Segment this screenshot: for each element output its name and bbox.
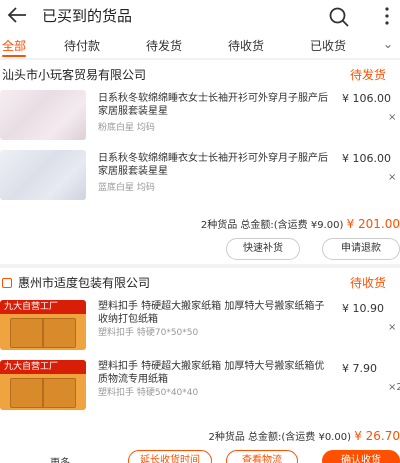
view-logistics-button[interactable]: 查看物流 <box>226 450 298 463</box>
order-status: 待发货 <box>350 68 387 82</box>
product-spec: 蓝底白星 均码 <box>98 183 155 193</box>
product-price: ¥ 106.00 <box>342 152 391 165</box>
order-total: ¥ 201.00 <box>346 217 400 231</box>
more-link[interactable]: 更多 <box>50 454 70 463</box>
confirm-receipt-button[interactable]: 确认收货 <box>322 450 400 463</box>
summary-label: 2种货品 总金额:(含运费 ¥9.00) <box>200 220 344 231</box>
active-tab-indicator <box>2 55 26 57</box>
product-title[interactable]: 日系秋冬软绵绵睡衣女士长袖开衫可外穿月子服产后家居服套装星星 <box>98 152 330 178</box>
more-options-icon[interactable] <box>382 5 392 27</box>
thumbnail-banner: 九大自营工厂 <box>0 300 86 314</box>
product-quantity: ×2 <box>388 382 400 393</box>
tab-all[interactable]: 全部 <box>2 37 26 54</box>
product-thumbnail[interactable] <box>0 90 86 140</box>
product-title[interactable]: 塑料扣手 特硬超大搬家纸箱 加厚特大号搬家纸箱优质物流专用纸箱 <box>98 360 330 386</box>
order-tabs: 全部 待付款 待发货 待收货 已收货 ⌄ <box>0 32 400 58</box>
product-quantity: × <box>388 322 397 333</box>
order-card[interactable]: 惠州市适度包装有限公司 待收货 九大自营工厂 塑料扣手 特硬超大搬家纸箱 加厚特… <box>0 268 400 463</box>
order-status: 待收货 <box>350 276 387 290</box>
order-card[interactable]: 汕头市小玩客贸易有限公司 待发货 日系秋冬软绵绵睡衣女士长袖开衫可外穿月子服产后… <box>0 60 400 264</box>
back-arrow-icon[interactable] <box>6 4 28 26</box>
search-icon[interactable] <box>328 6 350 28</box>
product-price: ¥ 10.90 <box>342 302 384 315</box>
product-spec: 塑料扣手 特硬50*40*40 <box>98 388 199 398</box>
extend-receipt-button[interactable]: 延长收货时间 <box>128 450 212 463</box>
top-bar: 已买到的货品 <box>0 0 400 32</box>
shop-name[interactable]: 惠州市适度包装有限公司 <box>18 274 150 291</box>
shop-icon <box>2 278 12 288</box>
product-title[interactable]: 日系秋冬软绵绵睡衣女士长袖开衫可外穿月子服产后家居服套装星星 <box>98 92 330 118</box>
carton-box-seam <box>42 378 44 408</box>
order-summary: 2种货品 总金额:(含运费 ¥9.00) ¥ 201.00 <box>201 216 400 231</box>
product-thumbnail[interactable] <box>0 150 86 200</box>
carton-box-seam <box>42 318 44 348</box>
tab-pending-payment[interactable]: 待付款 <box>64 37 100 54</box>
thumbnail-banner: 九大自营工厂 <box>0 360 86 374</box>
tab-received[interactable]: 已收货 <box>310 37 346 54</box>
product-spec: 塑料扣手 特硬70*50*50 <box>98 328 199 338</box>
product-price: ¥ 106.00 <box>342 92 391 105</box>
product-quantity: × <box>388 172 397 183</box>
product-spec: 粉底白星 均码 <box>98 123 155 133</box>
tab-pending-receipt[interactable]: 待收货 <box>228 37 264 54</box>
product-price: ¥ 7.90 <box>342 362 377 375</box>
request-refund-button[interactable]: 申请退款 <box>322 238 400 260</box>
quick-restock-button[interactable]: 快速补货 <box>226 238 300 260</box>
order-total: ¥ 26.70 <box>354 429 400 443</box>
summary-label: 2种货品 总金额:(含运费 ¥0.00) <box>208 432 351 443</box>
shop-name[interactable]: 汕头市小玩客贸易有限公司 <box>2 66 146 83</box>
product-thumbnail[interactable]: 九大自营工厂 <box>0 300 86 350</box>
product-thumbnail[interactable]: 九大自营工厂 <box>0 360 86 410</box>
tab-pending-shipment[interactable]: 待发货 <box>146 37 182 54</box>
chevron-down-icon[interactable]: ⌄ <box>383 37 393 51</box>
page-title: 已买到的货品 <box>42 7 133 25</box>
order-summary: 2种货品 总金额:(含运费 ¥0.00) ¥ 26.70 <box>208 428 400 443</box>
product-quantity: × <box>388 112 397 123</box>
product-title[interactable]: 塑料扣手 特硬超大搬家纸箱 加厚特大号搬家纸箱子收纳打包纸箱 <box>98 300 330 326</box>
